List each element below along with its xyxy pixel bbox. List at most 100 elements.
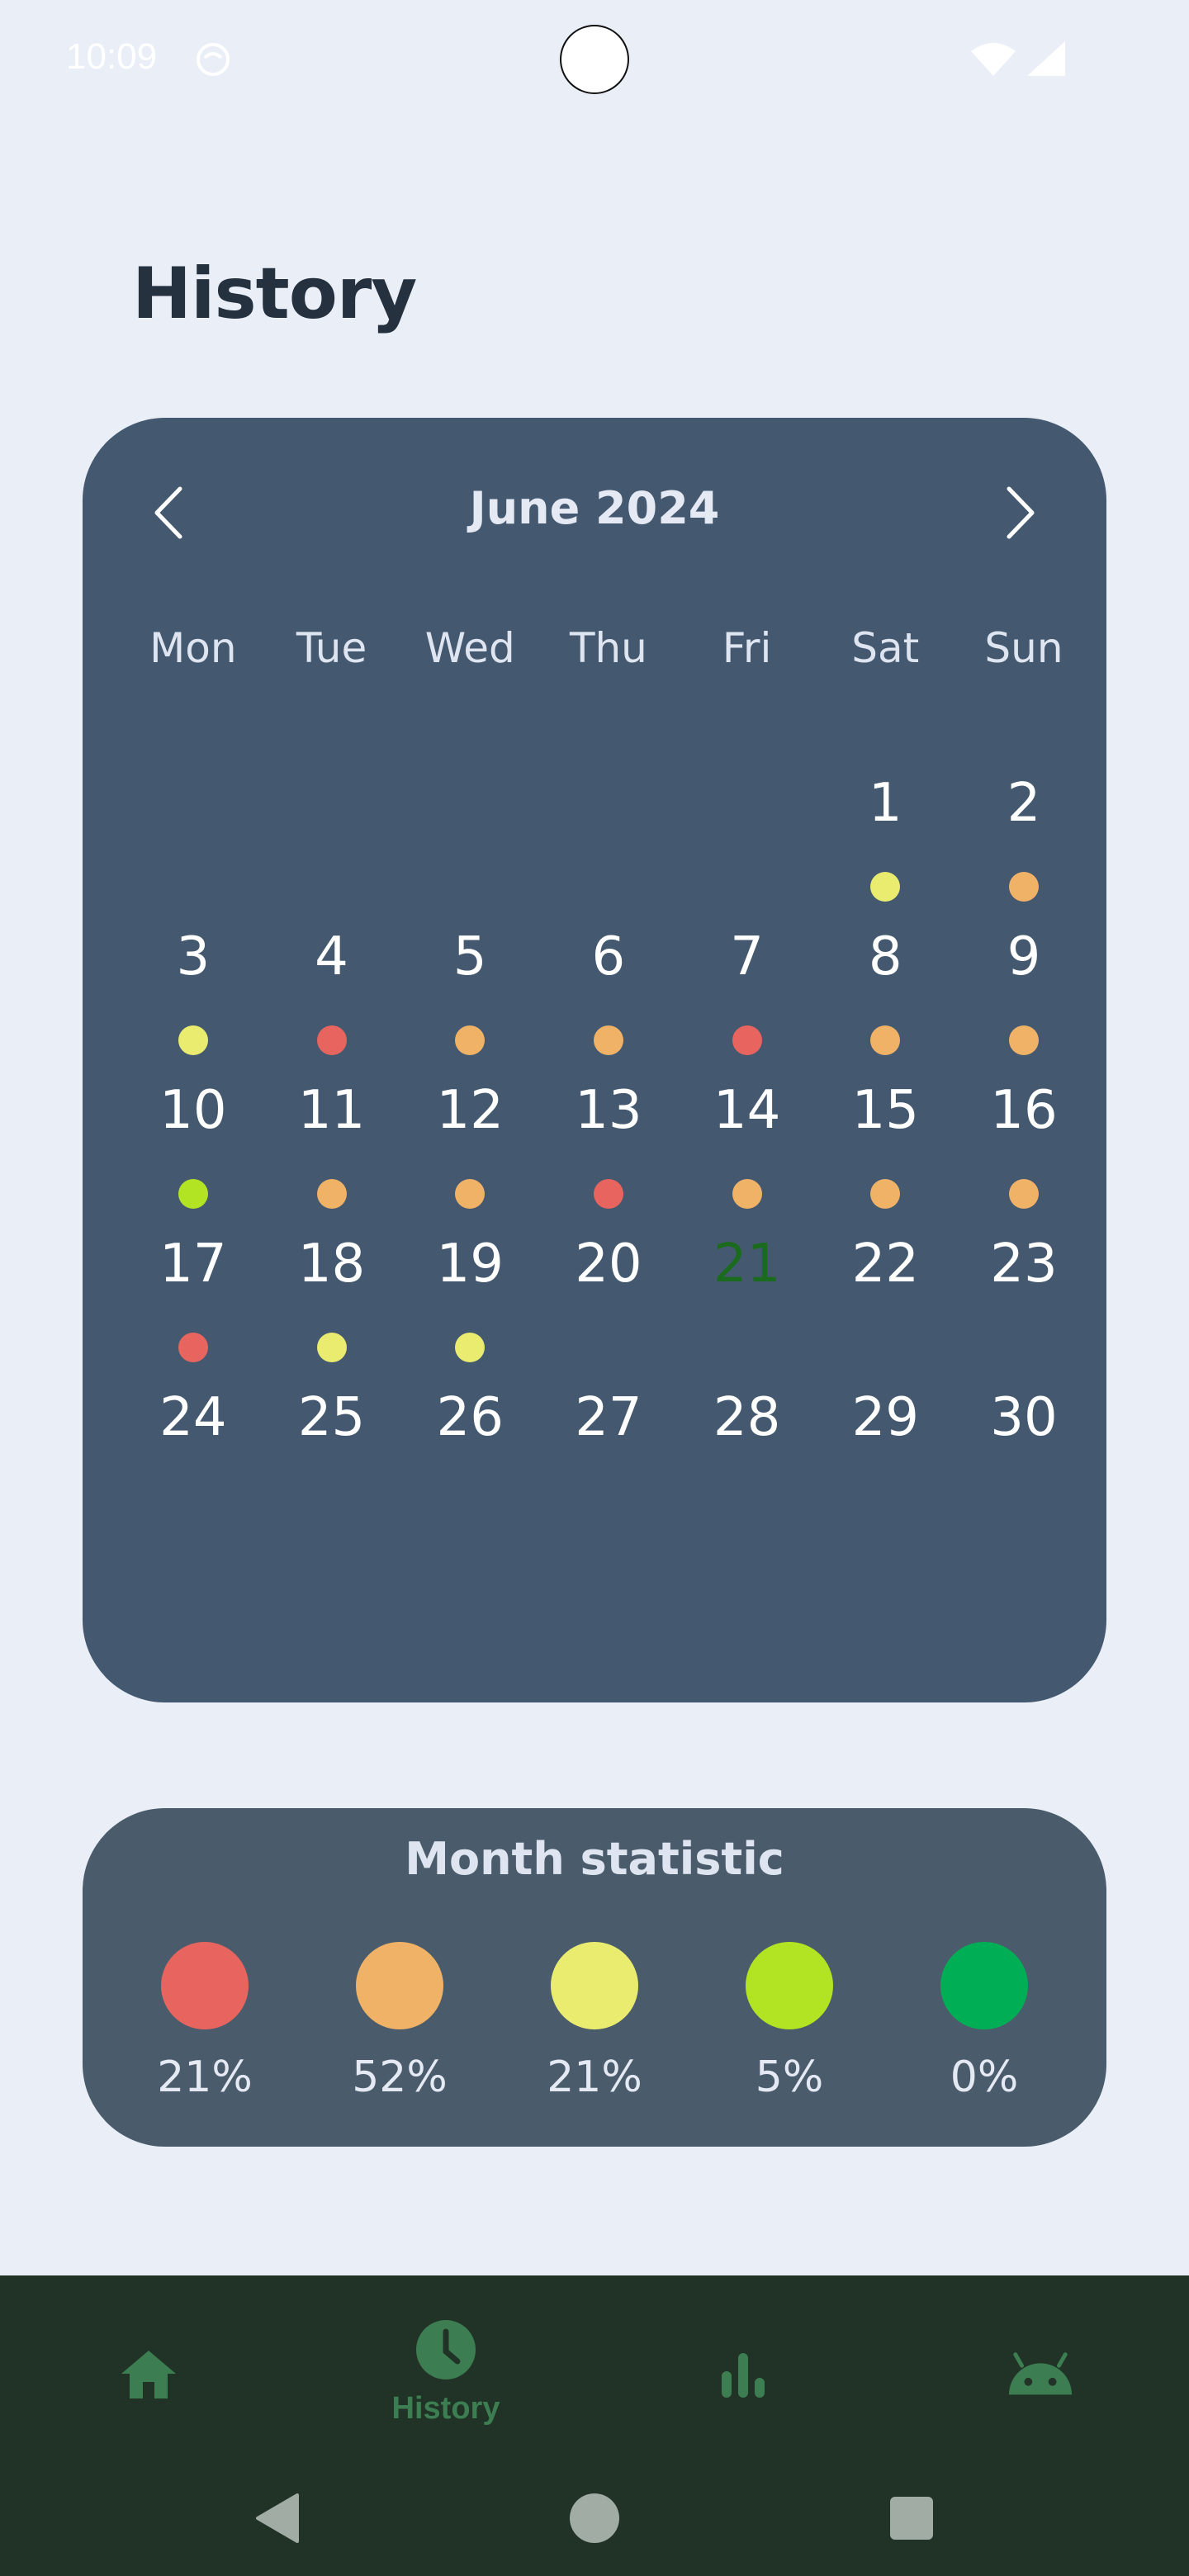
nav-item-android[interactable] bbox=[958, 2317, 1123, 2449]
calendar-day-9[interactable]: 9 bbox=[955, 926, 1093, 1080]
mood-dot-red bbox=[178, 1333, 208, 1362]
calendar-empty-cell bbox=[539, 773, 678, 926]
calendar-day-number: 5 bbox=[452, 926, 487, 987]
mood-dot-orange bbox=[870, 1025, 901, 1055]
calendar-day-2[interactable]: 2 bbox=[955, 773, 1093, 926]
calendar-day-25[interactable]: 25 bbox=[263, 1387, 401, 1541]
calendar-day-number: 13 bbox=[575, 1080, 642, 1141]
calendar-day-20[interactable]: 20 bbox=[539, 1234, 678, 1387]
stat-percentage: 52% bbox=[352, 2053, 448, 2102]
calendar-day-number: 24 bbox=[159, 1387, 227, 1448]
calendar-day-16[interactable]: 16 bbox=[955, 1080, 1093, 1234]
calendar-day-27[interactable]: 27 bbox=[539, 1387, 678, 1541]
calendar-day-number: 19 bbox=[436, 1234, 504, 1295]
calendar-day-21[interactable]: 21 bbox=[678, 1234, 817, 1387]
calendar-day-number: 20 bbox=[575, 1234, 642, 1295]
calendar-week-row: 3 4 5 6 7 8 9 bbox=[124, 926, 1093, 1080]
calendar-day-3[interactable]: 3 bbox=[124, 926, 263, 1080]
stat-percentage: 21% bbox=[157, 2053, 253, 2102]
calendar-day-14[interactable]: 14 bbox=[678, 1080, 817, 1234]
mood-dot-orange bbox=[732, 1179, 762, 1209]
weekday-label: Tue bbox=[296, 624, 367, 672]
mood-dot-yellow bbox=[870, 872, 901, 902]
calendar-day-number: 1 bbox=[868, 773, 902, 834]
calendar-day-24[interactable]: 24 bbox=[124, 1387, 263, 1541]
calendar-card: June 2024 Mon Tue Wed Thu Fri Sat Sun 12… bbox=[83, 418, 1106, 1702]
notification-app-icon bbox=[197, 43, 230, 76]
calendar-day-6[interactable]: 6 bbox=[539, 926, 678, 1080]
calendar-day-number: 2 bbox=[1007, 773, 1041, 834]
calendar-week-row: 17 18 19 20 21 22 23 bbox=[124, 1234, 1093, 1387]
home-circle-icon bbox=[570, 2493, 619, 2543]
mood-dot-red bbox=[593, 1179, 623, 1209]
calendar-day-4[interactable]: 4 bbox=[263, 926, 401, 1080]
calendar-empty-cell bbox=[263, 773, 401, 926]
calendar-day-30[interactable]: 30 bbox=[955, 1387, 1093, 1541]
weekday-label: Sat bbox=[851, 624, 920, 672]
calendar-day-22[interactable]: 22 bbox=[816, 1234, 955, 1387]
stat-percentage: 21% bbox=[547, 2053, 642, 2102]
calendar-header: June 2024 bbox=[83, 467, 1106, 550]
month-statistic-row: 21% 52% 21% 5% 0% bbox=[107, 1942, 1082, 2102]
nav-item-statistics[interactable] bbox=[661, 2317, 826, 2449]
next-month-button[interactable] bbox=[983, 476, 1057, 550]
stat-item-lime: 5% bbox=[692, 1942, 887, 2102]
calendar-day-number: 9 bbox=[1007, 926, 1041, 987]
calendar-day-15[interactable]: 15 bbox=[816, 1080, 955, 1234]
nav-item-history[interactable]: History bbox=[363, 2317, 528, 2449]
mood-circle-red bbox=[161, 1942, 249, 2029]
mood-dot-orange bbox=[870, 1179, 901, 1209]
calendar-day-1[interactable]: 1 bbox=[816, 773, 955, 926]
chevron-right-icon bbox=[1007, 486, 1035, 539]
calendar-day-23[interactable]: 23 bbox=[955, 1234, 1093, 1387]
calendar-day-28[interactable]: 28 bbox=[678, 1387, 817, 1541]
system-recents-button[interactable] bbox=[879, 2485, 945, 2551]
calendar-day-number: 4 bbox=[315, 926, 348, 987]
calendar-day-number: 25 bbox=[297, 1387, 366, 1448]
calendar-day-29[interactable]: 29 bbox=[816, 1387, 955, 1541]
calendar-day-10[interactable]: 10 bbox=[124, 1080, 263, 1234]
calendar-week-row: 10 11 12 13 14 15 16 bbox=[124, 1080, 1093, 1234]
wifi-icon bbox=[971, 43, 1016, 76]
calendar-day-number: 18 bbox=[297, 1234, 366, 1295]
mood-dot-orange bbox=[1008, 872, 1039, 902]
calendar-day-11[interactable]: 11 bbox=[263, 1080, 401, 1234]
calendar-day-8[interactable]: 8 bbox=[816, 926, 955, 1080]
calendar-day-26[interactable]: 26 bbox=[400, 1387, 539, 1541]
recents-icon bbox=[890, 2497, 933, 2540]
calendar-day-7[interactable]: 7 bbox=[678, 926, 817, 1080]
calendar-day-number: 3 bbox=[176, 926, 211, 987]
status-time: 10:09 bbox=[66, 36, 158, 77]
mood-dot-red bbox=[316, 1025, 347, 1055]
calendar-day-number: 17 bbox=[159, 1234, 227, 1295]
home-icon bbox=[121, 2351, 176, 2398]
mood-dot-orange bbox=[593, 1025, 623, 1055]
mood-dot-orange bbox=[455, 1179, 486, 1209]
mood-dot-yellow bbox=[316, 1333, 347, 1362]
calendar-day-19[interactable]: 19 bbox=[400, 1234, 539, 1387]
nav-item-home[interactable] bbox=[66, 2317, 231, 2449]
calendar-day-number: 27 bbox=[575, 1387, 642, 1448]
stat-item-yellow: 21% bbox=[497, 1942, 692, 2102]
calendar-day-number: 10 bbox=[159, 1080, 227, 1141]
nav-item-history-label: History bbox=[391, 2391, 500, 2426]
status-icons bbox=[971, 41, 1065, 78]
calendar-day-number: 16 bbox=[990, 1080, 1058, 1141]
calendar-day-5[interactable]: 5 bbox=[400, 926, 539, 1080]
mood-dot-lime bbox=[178, 1179, 208, 1209]
back-icon bbox=[256, 2493, 299, 2543]
weekday-label: Mon bbox=[149, 624, 237, 672]
weekday-label: Fri bbox=[722, 624, 772, 672]
system-home-button[interactable] bbox=[561, 2485, 628, 2551]
calendar-day-18[interactable]: 18 bbox=[263, 1234, 401, 1387]
stat-item-green: 0% bbox=[887, 1942, 1082, 2102]
weekday-label: Thu bbox=[569, 624, 647, 672]
calendar-day-13[interactable]: 13 bbox=[539, 1080, 678, 1234]
calendar-day-number: 15 bbox=[851, 1080, 919, 1141]
calendar-day-17[interactable]: 17 bbox=[124, 1234, 263, 1387]
system-back-button[interactable] bbox=[244, 2485, 310, 2551]
calendar-day-number: 30 bbox=[990, 1387, 1058, 1448]
calendar-day-12[interactable]: 12 bbox=[400, 1080, 539, 1234]
calendar-day-number: 6 bbox=[591, 926, 626, 987]
calendar-day-number: 14 bbox=[713, 1080, 781, 1141]
